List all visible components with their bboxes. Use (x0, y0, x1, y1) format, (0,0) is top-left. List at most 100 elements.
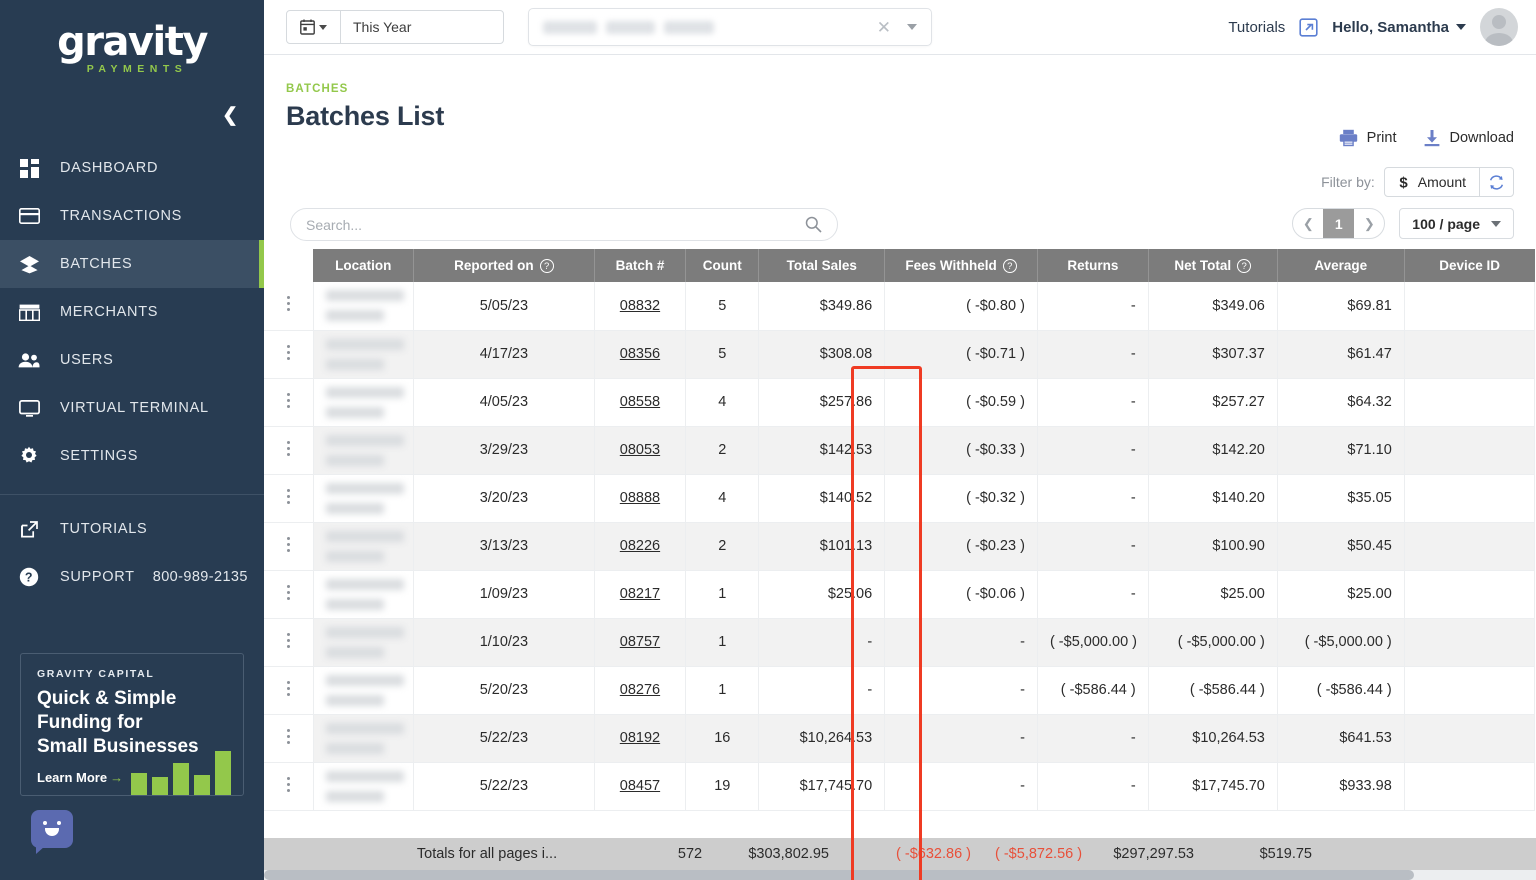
merchant-select[interactable]: ✕ (528, 8, 932, 46)
column-header-net-total[interactable]: Net Total? (1148, 249, 1278, 282)
calendar-icon-button[interactable] (287, 11, 341, 43)
chevron-down-icon[interactable] (907, 24, 917, 30)
table-row[interactable]: 3/29/23 08053 2 $142.53( -$0.33 ) - $142.20 $7… (264, 426, 1536, 475)
cell-net-total: $349.06 (1148, 282, 1278, 331)
pagination-current-page[interactable]: 1 (1323, 209, 1355, 238)
refresh-icon[interactable] (1479, 168, 1513, 196)
avatar[interactable] (1480, 8, 1518, 46)
kebab-menu-icon[interactable] (286, 342, 290, 363)
table-row[interactable]: 5/20/23 08276 1- -( -$586.44 )( -$586.44 )(… (264, 666, 1536, 715)
table-row[interactable]: 5/05/23 08832 5 $349.86( -$0.80 ) - $349.06 $6… (264, 282, 1536, 331)
layers-icon (16, 255, 42, 274)
brand-logo[interactable]: gravity PAYMENTS (0, 0, 264, 92)
table-row[interactable]: 4/05/23 08558 4 $257.86( -$0.59 ) - $257.27 $6… (264, 378, 1536, 427)
cell-batch[interactable]: 08226 (594, 522, 687, 571)
table-row[interactable]: 1/09/23 08217 1 $25.06( -$0.06 ) - $25.00 $25.… (264, 570, 1536, 619)
help-icon[interactable]: ? (1002, 259, 1017, 274)
cell-batch[interactable]: 08832 (594, 282, 687, 331)
close-x-icon[interactable]: ✕ (877, 19, 891, 36)
external-link-icon[interactable] (1299, 17, 1318, 37)
kebab-menu-icon[interactable] (286, 630, 290, 651)
filter-by-label: Filter by: (1321, 174, 1375, 190)
per-page-select[interactable]: 100 / page (1399, 208, 1514, 239)
pagination-prev-button[interactable]: ❮ (1293, 209, 1323, 238)
sidebar-item-batches[interactable]: BATCHES (0, 240, 264, 288)
batch-number-link[interactable]: 08757 (620, 634, 660, 650)
column-header-reported-on[interactable]: Reported on? (413, 249, 595, 282)
date-range-picker[interactable]: This Year (286, 10, 504, 44)
chat-support-button[interactable] (31, 810, 73, 854)
batch-number-link[interactable]: 08276 (620, 682, 660, 698)
column-header-device-id[interactable]: Device ID (1404, 249, 1535, 282)
batch-number-link[interactable]: 08832 (620, 298, 660, 314)
kebab-menu-icon[interactable] (286, 774, 290, 795)
chevron-down-icon (319, 24, 327, 30)
table-row[interactable]: 4/17/23 08356 5 $308.08( -$0.71 ) - $307.37 $6… (264, 330, 1536, 379)
kebab-menu-icon[interactable] (286, 582, 290, 603)
kebab-menu-icon[interactable] (286, 726, 290, 747)
sidebar-item-dashboard[interactable]: DASHBOARD (0, 144, 264, 192)
sidebar-item-label: TUTORIALS (60, 521, 148, 537)
batch-number-link[interactable]: 08888 (620, 490, 660, 506)
kebab-menu-icon[interactable] (286, 293, 290, 314)
search-icon[interactable] (805, 216, 822, 233)
sidebar: gravity PAYMENTS ❮ DASHBOARD TRANSACTION… (0, 0, 264, 880)
column-header-average[interactable]: Average (1277, 249, 1405, 282)
cell-batch[interactable]: 08356 (594, 330, 687, 379)
pagination-next-button[interactable]: ❯ (1354, 209, 1384, 238)
horizontal-scrollbar-thumb[interactable] (264, 870, 1414, 880)
cell-batch[interactable]: 08192 (594, 714, 687, 763)
column-header-fees-withheld[interactable]: Fees Withheld? (884, 249, 1038, 282)
cell-batch[interactable]: 08053 (594, 426, 687, 475)
chevron-left-icon[interactable]: ❮ (222, 106, 238, 125)
kebab-menu-icon[interactable] (286, 390, 290, 411)
cell-batch[interactable]: 08276 (594, 666, 687, 715)
batch-number-link[interactable]: 08226 (620, 538, 660, 554)
tutorials-link[interactable]: Tutorials (1228, 19, 1285, 36)
sidebar-item-merchants[interactable]: MERCHANTS (0, 288, 264, 336)
table-row[interactable]: 5/22/23 08457 19 $17,745.70- - $17,745.70 $933… (264, 762, 1536, 811)
search-input[interactable] (306, 216, 805, 233)
batch-number-link[interactable]: 08558 (620, 394, 660, 410)
sidebar-item-virtual-terminal[interactable]: VIRTUAL TERMINAL (0, 384, 264, 432)
kebab-menu-icon[interactable] (286, 438, 290, 459)
column-header-returns[interactable]: Returns (1037, 249, 1149, 282)
table-row[interactable]: 3/13/23 08226 2 $101.13( -$0.23 ) - $100.90 $5… (264, 522, 1536, 571)
chevron-down-icon (1491, 220, 1501, 227)
print-button[interactable]: Print (1339, 129, 1397, 147)
kebab-menu-icon[interactable] (286, 678, 290, 699)
kebab-menu-icon[interactable] (286, 486, 290, 507)
help-icon[interactable]: ? (539, 259, 554, 274)
column-header-location[interactable]: Location (313, 249, 415, 282)
cell-batch[interactable]: 08558 (594, 378, 687, 427)
promo-card-gravity-capital[interactable]: GRAVITY CAPITAL Quick & Simple Funding f… (20, 652, 244, 796)
column-header-batch[interactable]: Batch # (594, 249, 687, 282)
user-menu[interactable]: Hello, Samantha (1332, 19, 1466, 36)
cell-batch[interactable]: 08457 (594, 762, 687, 811)
cell-batch[interactable]: 08217 (594, 570, 687, 619)
cell-location (313, 666, 415, 715)
horizontal-scrollbar-track[interactable] (264, 870, 1536, 880)
search-box[interactable] (290, 208, 838, 241)
table-row[interactable]: 3/20/23 08888 4 $140.52( -$0.32 ) - $140.20 $3… (264, 474, 1536, 523)
batch-number-link[interactable]: 08457 (620, 778, 660, 794)
column-header-total-sales[interactable]: Total Sales (758, 249, 886, 282)
table-row[interactable]: 5/22/23 08192 16 $10,264.53- - $10,264.53 $641… (264, 714, 1536, 763)
sidebar-item-tutorials[interactable]: TUTORIALS (0, 505, 264, 553)
sidebar-item-settings[interactable]: SETTINGS (0, 432, 264, 480)
help-icon[interactable]: ? (1237, 259, 1252, 274)
batch-number-link[interactable]: 08356 (620, 346, 660, 362)
download-button[interactable]: Download (1423, 129, 1514, 147)
column-header-count[interactable]: Count (685, 249, 760, 282)
sidebar-item-users[interactable]: USERS (0, 336, 264, 384)
sidebar-item-support[interactable]: ? SUPPORT 800-989-2135 (0, 553, 264, 601)
sidebar-item-transactions[interactable]: TRANSACTIONS (0, 192, 264, 240)
batch-number-link[interactable]: 08217 (620, 586, 660, 602)
cell-batch[interactable]: 08888 (594, 474, 687, 523)
batch-number-link[interactable]: 08192 (620, 730, 660, 746)
table-row[interactable]: 1/10/23 08757 1- -( -$5,000.00 )( -$5,000.0… (264, 618, 1536, 667)
filter-amount-button[interactable]: $ Amount (1385, 168, 1479, 196)
cell-batch[interactable]: 08757 (594, 618, 687, 667)
kebab-menu-icon[interactable] (286, 534, 290, 555)
batch-number-link[interactable]: 08053 (620, 442, 660, 458)
